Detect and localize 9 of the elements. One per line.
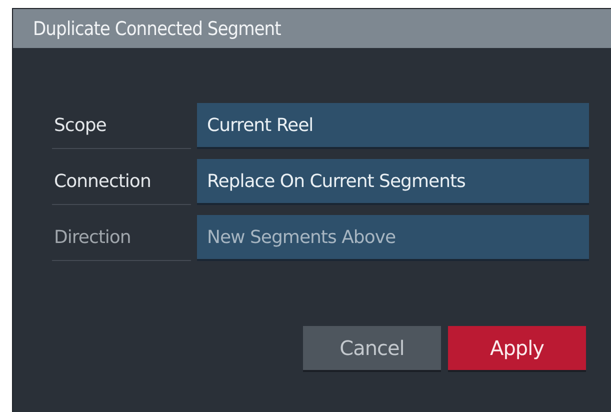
field-label: Scope: [52, 103, 191, 149]
cancel-button[interactable]: Cancel: [303, 326, 441, 372]
window-title: Duplicate Connected Segment: [13, 9, 611, 48]
dropdown-field: New Segments Above: [197, 215, 589, 261]
dropdown-field[interactable]: Current Reel: [197, 103, 589, 149]
field-label: Direction: [52, 215, 191, 261]
dropdown-field[interactable]: Replace On Current Segments: [197, 159, 589, 205]
apply-button[interactable]: Apply: [448, 326, 586, 372]
field-label: Connection: [52, 159, 191, 205]
